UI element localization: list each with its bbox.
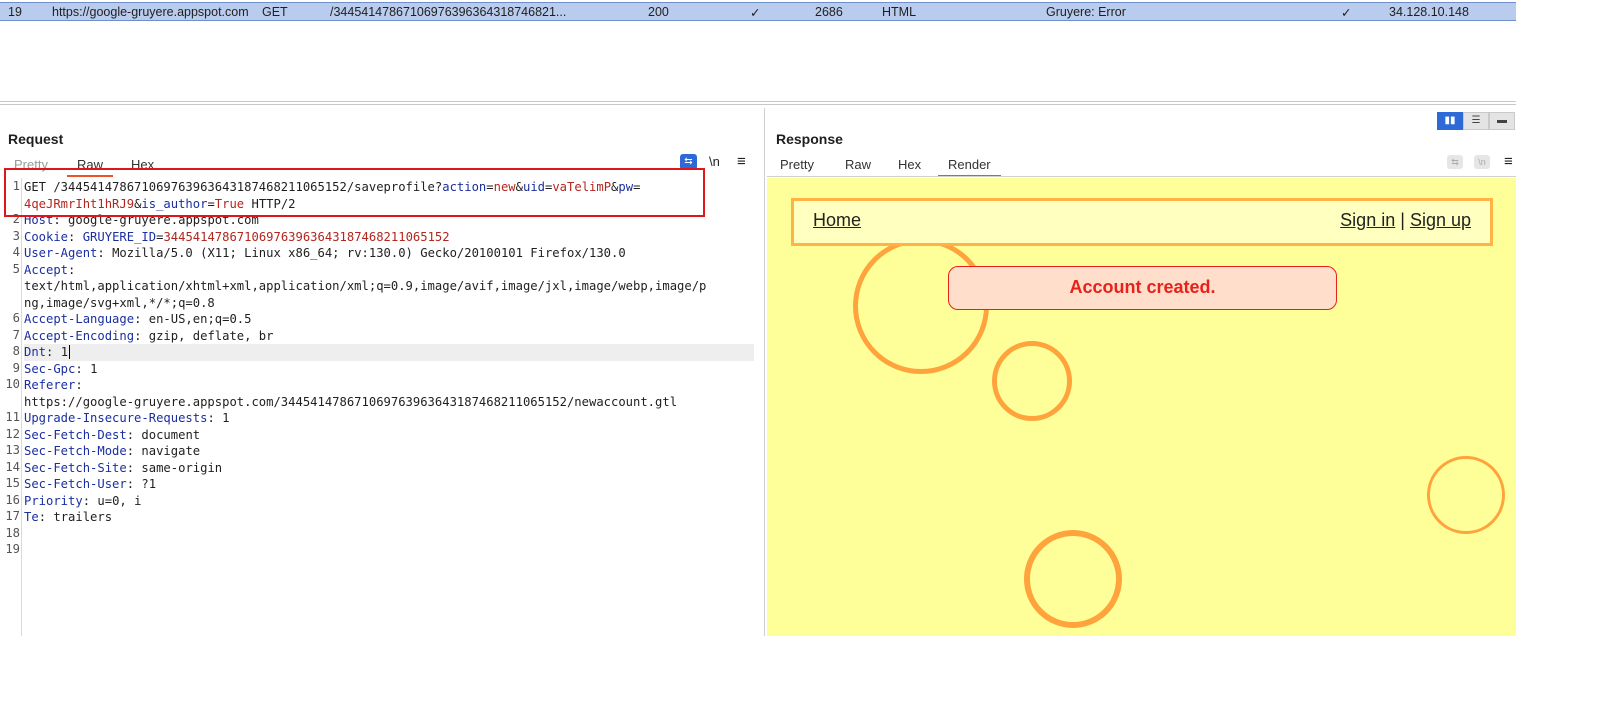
layout-toggle[interactable]: ▮▮ ☰ ▬ — [1437, 112, 1516, 130]
header-referer-value: https://google-gruyere.appspot.com/34454… — [24, 394, 678, 409]
header-te: Te: trailers — [24, 510, 113, 524]
header-dnt: Dnt: 1 — [24, 344, 754, 361]
tab-raw[interactable]: Raw — [845, 157, 871, 172]
decorative-circle — [992, 341, 1072, 421]
header-accept-value-wrap: ng,image/svg+xml,*/*;q=0.8 — [24, 295, 215, 310]
link-divider: | — [1400, 210, 1405, 230]
status-message: Account created. — [948, 266, 1337, 310]
decorative-circle — [1024, 530, 1122, 628]
history-num: 19 — [8, 5, 22, 19]
menu-icon[interactable]: ≡ — [737, 153, 746, 170]
sign-in-link[interactable]: Sign in — [1340, 210, 1395, 230]
header-sec-gpc: Sec-Gpc: 1 — [24, 361, 98, 376]
layout-single-icon[interactable]: ▬ — [1489, 112, 1515, 130]
history-row-selected[interactable]: 19 https://google-gruyere.appspot.com GE… — [0, 2, 1516, 21]
decorative-circle — [1427, 456, 1505, 534]
pane-splitter[interactable] — [764, 108, 765, 636]
header-referer: Referer: — [24, 378, 83, 392]
history-status: 200 — [648, 5, 669, 19]
layout-stacked-icon[interactable]: ☰ — [1463, 112, 1489, 130]
header-sec-fetch-user: Sec-Fetch-User: ?1 — [24, 477, 157, 491]
history-host: https://google-gruyere.appspot.com — [52, 5, 249, 19]
header-accept-value: text/html,application/xhtml+xml,applicat… — [24, 279, 707, 293]
text-cursor — [69, 345, 71, 359]
home-link[interactable]: Home — [813, 210, 861, 231]
history-params-check: ✓ — [750, 6, 761, 20]
history-path: /34454147867106976396364318746821... — [330, 5, 567, 19]
rendered-response: Home Sign in | Sign up Account created. — [767, 178, 1516, 636]
history-title: Gruyere: Error — [1046, 5, 1126, 19]
tab-pretty[interactable]: Pretty — [780, 157, 814, 172]
response-title: Response — [776, 131, 843, 147]
header-user-agent: User-Agent: Mozilla/5.0 (X11; Linux x86_… — [24, 246, 626, 260]
header-accept-language: Accept-Language: en-US,en;q=0.5 — [24, 312, 252, 326]
header-sec-fetch-site: Sec-Fetch-Site: same-origin — [24, 460, 223, 475]
menu-icon[interactable]: ≡ — [1504, 153, 1513, 170]
header-priority: Priority: u=0, i — [24, 493, 142, 508]
header-cookie: Cookie: GRUYERE_ID=344541478671069763963… — [24, 229, 450, 244]
header-sec-fetch-dest: Sec-Fetch-Dest: document — [24, 427, 201, 442]
layout-side-by-side-icon[interactable]: ▮▮ — [1437, 112, 1463, 130]
history-length: 2686 — [815, 5, 843, 19]
divider — [0, 101, 1516, 102]
request-editor[interactable]: GET /34454147867106976396364318746821106… — [24, 179, 754, 526]
wrap-lines-icon: ⇆ — [1447, 155, 1463, 169]
request-title: Request — [8, 131, 64, 147]
history-ip: 34.128.10.148 — [1389, 5, 1469, 19]
auth-links: Sign in | Sign up — [1340, 210, 1471, 231]
tab-render[interactable]: Render — [938, 157, 1001, 177]
header-sec-fetch-mode: Sec-Fetch-Mode: navigate — [24, 444, 201, 458]
tab-hex[interactable]: Hex — [898, 157, 921, 172]
history-tls-check: ✓ — [1341, 6, 1352, 20]
gruyere-menubar: Home Sign in | Sign up — [791, 198, 1493, 246]
history-method: GET — [262, 5, 288, 19]
header-accept-encoding: Accept-Encoding: gzip, deflate, br — [24, 328, 274, 343]
newline-icon[interactable]: \n — [709, 154, 720, 169]
newline-icon: \n — [1474, 155, 1490, 169]
header-accept: Accept: — [24, 262, 76, 277]
sign-up-link[interactable]: Sign up — [1410, 210, 1471, 230]
divider — [0, 104, 1516, 105]
header-upgrade-insecure: Upgrade-Insecure-Requests: 1 — [24, 411, 230, 425]
divider — [767, 176, 1516, 177]
highlight-annotation-box — [4, 168, 705, 217]
history-mime: HTML — [882, 5, 917, 19]
